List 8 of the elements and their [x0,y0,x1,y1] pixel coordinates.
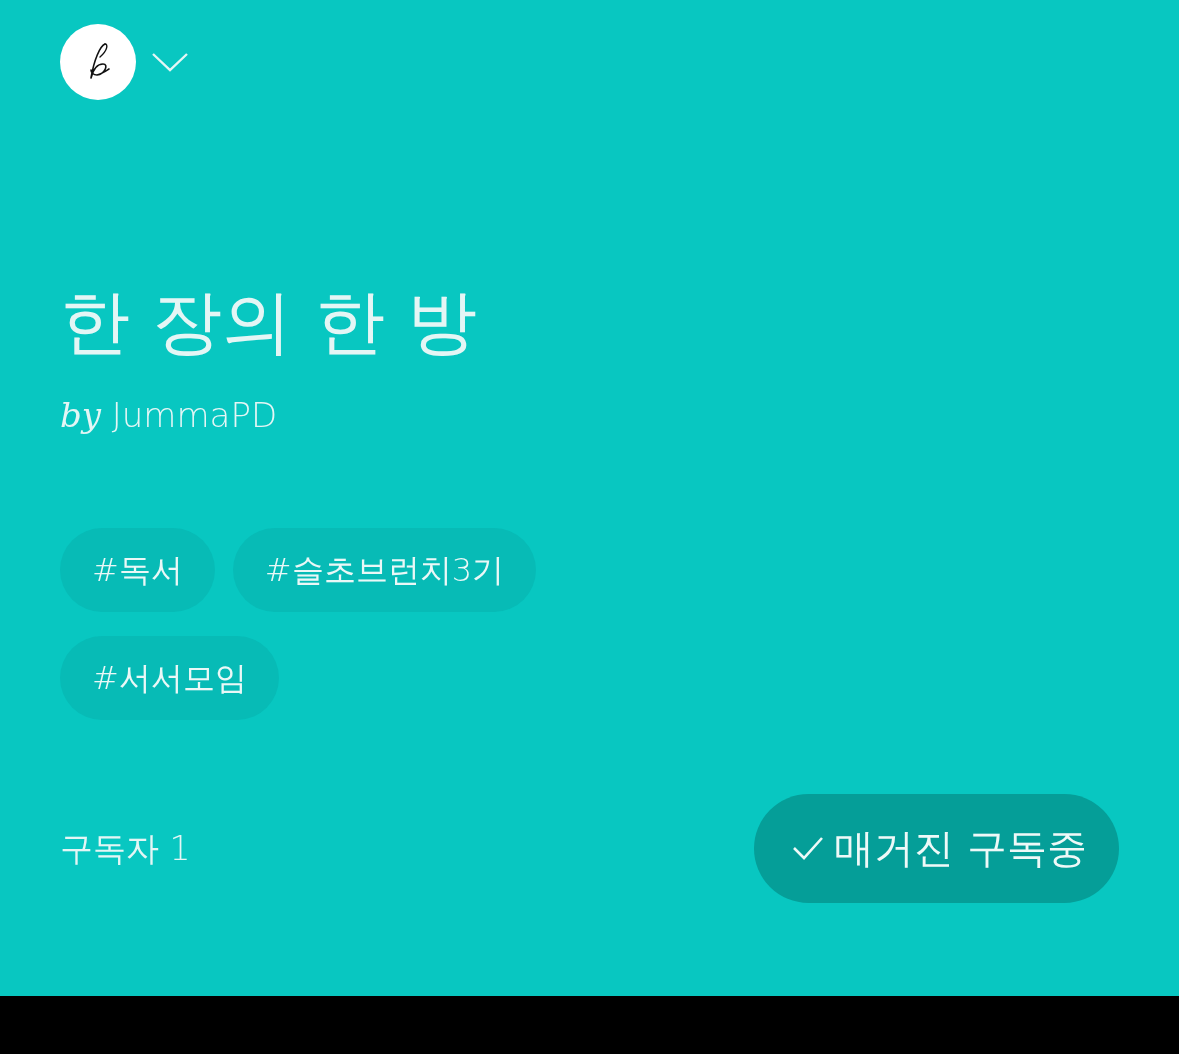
tag-chip[interactable]: #서서모임 [60,635,279,720]
subscribe-button[interactable]: 매거진 구독중 [754,793,1119,903]
checkmark-icon [792,835,825,862]
tag-chip[interactable]: #독서 [60,527,215,612]
tag-chip[interactable]: #슬초브런치3기 [232,527,536,612]
subscriber-count: 구독자 1 [60,827,191,870]
author-byline: by JummaPD [60,395,279,436]
magazine-title: 한 장의 한 방 [60,284,478,361]
